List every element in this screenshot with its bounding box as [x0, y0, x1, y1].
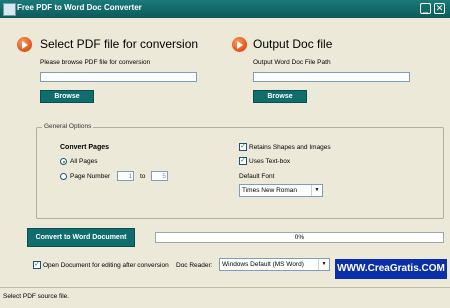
- input-section-heading: Select PDF file for conversion: [40, 37, 199, 51]
- doc-reader-value: Windows Default (MS Word): [222, 261, 304, 268]
- input-prompt: Please browse PDF file for conversion: [40, 59, 151, 66]
- minimize-button[interactable]: _: [420, 3, 431, 14]
- orange-arrow-icon: [17, 37, 32, 52]
- all-pages-radio[interactable]: [60, 158, 67, 165]
- progress-bar: 0%: [155, 232, 444, 243]
- default-font-label: Default Font: [239, 173, 275, 180]
- app-window: Free PDF to Word Doc Converter _ ✕ Selec…: [0, 0, 450, 308]
- status-text: Select PDF source file.: [3, 293, 70, 300]
- open-after-label: Open Document for editing after conversi…: [43, 262, 169, 269]
- uses-textbox-checkbox[interactable]: ✓: [239, 157, 247, 165]
- to-label: to: [140, 173, 146, 180]
- page-from-input[interactable]: [117, 171, 134, 181]
- pdf-path-input[interactable]: [40, 72, 197, 82]
- chevron-down-icon[interactable]: ▼: [318, 259, 329, 270]
- output-prompt: Output Word Doc File Path: [253, 59, 331, 66]
- title-bar: Free PDF to Word Doc Converter _ ✕: [0, 0, 450, 18]
- page-number-label: Page Number: [70, 173, 111, 180]
- chevron-down-icon[interactable]: ▼: [311, 185, 322, 196]
- page-to-input[interactable]: [151, 171, 168, 181]
- progress-text: 0%: [294, 234, 305, 241]
- retain-shapes-checkbox[interactable]: ✓: [239, 143, 247, 151]
- default-font-value: Times New Roman: [242, 187, 298, 194]
- default-font-select[interactable]: Times New Roman ▼: [239, 184, 323, 197]
- convert-pages-title: Convert Pages: [60, 144, 110, 151]
- doc-reader-select[interactable]: Windows Default (MS Word) ▼: [219, 258, 330, 271]
- doc-path-input[interactable]: [253, 72, 410, 82]
- orange-arrow-icon: [232, 37, 247, 52]
- general-options-legend: General Options: [42, 123, 94, 130]
- all-pages-label: All Pages: [70, 158, 98, 165]
- browse-doc-button[interactable]: Browse: [253, 90, 307, 103]
- close-button[interactable]: ✕: [434, 3, 445, 14]
- output-section-heading: Output Doc file: [253, 37, 333, 51]
- convert-button[interactable]: Convert to Word Document: [27, 228, 135, 247]
- uses-textbox-label: Uses Text-box: [249, 158, 291, 165]
- watermark-banner: WWW.CreaGratis.COM: [335, 259, 447, 279]
- retain-shapes-label: Retains Shapes and Images: [249, 144, 331, 151]
- status-bar: Select PDF source file.: [0, 287, 450, 308]
- window-title: Free PDF to Word Doc Converter: [17, 3, 142, 12]
- doc-reader-label: Doc Reader:: [176, 262, 213, 269]
- page-number-radio[interactable]: [60, 173, 67, 180]
- app-icon: [3, 3, 16, 16]
- open-after-checkbox[interactable]: ✓: [33, 261, 41, 269]
- browse-pdf-button[interactable]: Browse: [40, 90, 94, 103]
